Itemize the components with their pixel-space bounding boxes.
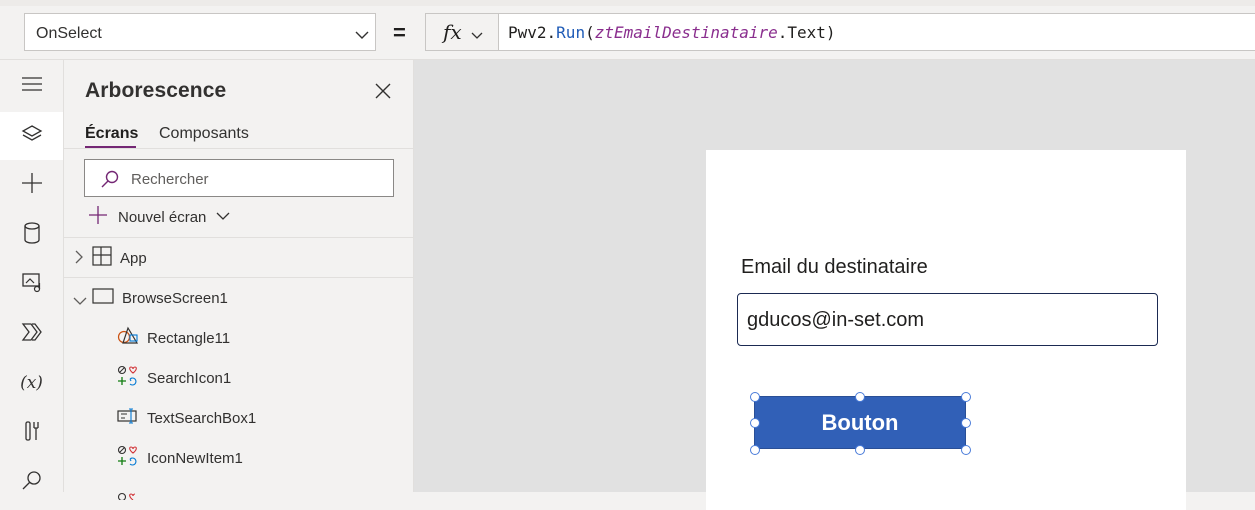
plus-icon bbox=[21, 172, 43, 199]
panel-title: Arborescence bbox=[85, 79, 227, 102]
formula-token-property: Text bbox=[787, 23, 826, 42]
search-icon bbox=[100, 169, 120, 194]
email-input-value: gducos@in-set.com bbox=[747, 309, 925, 331]
rail-tools-button[interactable] bbox=[0, 409, 63, 457]
new-screen-button[interactable]: Nouvel écran bbox=[88, 205, 230, 230]
resize-handle[interactable] bbox=[750, 418, 760, 428]
chevron-down-icon bbox=[355, 27, 369, 45]
resize-handle[interactable] bbox=[750, 445, 760, 455]
new-screen-label: Nouvel écran bbox=[118, 208, 207, 226]
rail-menu-button[interactable] bbox=[0, 62, 63, 110]
tree-item-label: SearchIcon1 bbox=[147, 369, 232, 387]
formula-token-object: Pwv2 bbox=[508, 23, 547, 42]
layers-icon bbox=[21, 123, 43, 150]
tree-item-label: IconNewItem1 bbox=[147, 449, 243, 467]
resize-handle[interactable] bbox=[750, 392, 760, 402]
property-dropdown[interactable]: OnSelect bbox=[24, 13, 376, 51]
divider bbox=[64, 277, 414, 278]
divider bbox=[64, 148, 414, 149]
rail-search-button[interactable] bbox=[0, 458, 63, 506]
rail-insert-button[interactable] bbox=[0, 161, 63, 209]
chevron-down-icon[interactable] bbox=[73, 293, 87, 311]
app-screen[interactable]: Email du destinataire gducos@in-set.com … bbox=[706, 150, 1186, 510]
rail-media-button[interactable] bbox=[0, 260, 63, 308]
formula-token-paren: ( bbox=[585, 23, 595, 42]
tab-components[interactable]: Composants bbox=[159, 125, 249, 143]
close-icon[interactable] bbox=[373, 81, 393, 101]
formula-token-paren: ) bbox=[825, 23, 836, 42]
icons-icon bbox=[117, 445, 139, 471]
tree-item-text-search-box[interactable]: TextSearchBox1 bbox=[117, 406, 256, 430]
fx-icon: fx bbox=[443, 20, 462, 44]
screen-icon bbox=[92, 288, 114, 308]
resize-handle[interactable] bbox=[961, 392, 971, 402]
formula-token-function: Run bbox=[556, 23, 586, 42]
formula-token-control: ztEmailDestinataire bbox=[594, 23, 778, 42]
icons-icon bbox=[117, 487, 139, 505]
email-label: Email du destinataire bbox=[741, 256, 928, 278]
chevron-down-icon bbox=[471, 27, 483, 45]
fx-button[interactable]: fx bbox=[425, 13, 499, 51]
resize-handle[interactable] bbox=[855, 392, 865, 402]
tree-item-label: TextSearchBox1 bbox=[147, 409, 257, 427]
tree-item-rectangle[interactable]: Rectangle11 bbox=[117, 326, 230, 350]
formula-input[interactable]: Pwv2.Run(ztEmailDestinataire.Text) bbox=[498, 13, 1255, 51]
app-grid-icon bbox=[92, 246, 112, 270]
tree-view-panel: Arborescence Écrans Composants Recherche… bbox=[64, 60, 414, 502]
formula-token-dot: . bbox=[777, 23, 788, 42]
tree-item-app[interactable]: App bbox=[92, 246, 147, 270]
hamburger-icon bbox=[21, 76, 43, 97]
shapes-icon bbox=[117, 326, 139, 350]
send-button[interactable]: Bouton bbox=[754, 396, 966, 449]
resize-handle[interactable] bbox=[855, 445, 865, 455]
resize-handle[interactable] bbox=[961, 418, 971, 428]
divider bbox=[64, 237, 414, 238]
chevron-down-icon bbox=[216, 208, 230, 226]
search-icon bbox=[21, 469, 43, 496]
send-button-label: Bouton bbox=[821, 409, 899, 435]
resize-handle[interactable] bbox=[961, 445, 971, 455]
formula-bar: OnSelect = fx Pwv2.Run(ztEmailDestinatai… bbox=[0, 0, 1255, 60]
database-icon bbox=[22, 221, 42, 249]
variables-icon: (x) bbox=[20, 373, 43, 393]
tree-item-label: Rectangle11 bbox=[147, 329, 231, 347]
chevron-right-icon[interactable] bbox=[74, 250, 84, 269]
equals-sign: = bbox=[393, 20, 406, 45]
search-placeholder: Rechercher bbox=[131, 171, 209, 188]
search-input[interactable]: Rechercher bbox=[84, 159, 394, 197]
rail-variables-button[interactable]: (x) bbox=[0, 359, 63, 407]
media-icon bbox=[21, 271, 43, 298]
property-dropdown-value: OnSelect bbox=[36, 25, 102, 42]
canvas-area: Email du destinataire gducos@in-set.com … bbox=[414, 60, 1255, 510]
tree-item-label: App bbox=[120, 249, 147, 267]
tree-item-search-icon[interactable]: SearchIcon1 bbox=[117, 365, 232, 391]
email-input[interactable]: gducos@in-set.com bbox=[737, 293, 1158, 346]
tree-item-icon-new-item[interactable]: IconNewItem1 bbox=[117, 445, 243, 471]
power-automate-icon bbox=[21, 322, 43, 347]
tree-item-label: BrowseScreen1 bbox=[122, 289, 228, 307]
tools-icon bbox=[22, 420, 42, 447]
tree-item-browse-screen[interactable]: BrowseScreen1 bbox=[92, 286, 228, 310]
formula-token-dot: . bbox=[546, 23, 557, 42]
plus-icon bbox=[88, 205, 108, 230]
tab-screens[interactable]: Écrans bbox=[85, 125, 138, 143]
left-rail: (x) bbox=[0, 60, 64, 492]
rail-power-automate-button[interactable] bbox=[0, 310, 63, 358]
text-input-icon bbox=[117, 408, 139, 428]
icons-icon bbox=[117, 365, 139, 391]
rail-tree-view-button[interactable] bbox=[0, 112, 63, 160]
rail-data-button[interactable] bbox=[0, 211, 63, 259]
